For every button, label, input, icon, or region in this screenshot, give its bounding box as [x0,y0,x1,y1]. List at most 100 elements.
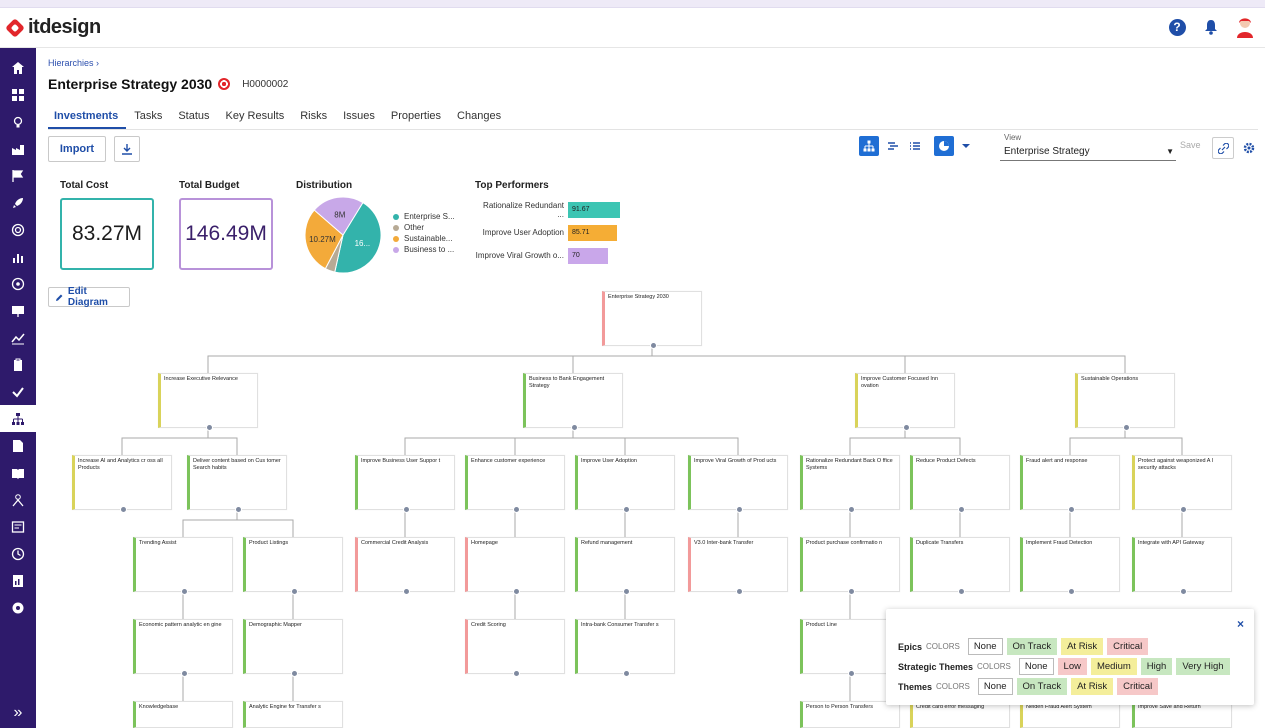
document-edit-icon[interactable] [0,432,36,459]
expand-knob-icon[interactable] [1068,588,1075,595]
hierarchy-card[interactable]: Sustainable Operations [1075,373,1175,431]
expand-knob-icon[interactable] [650,342,657,349]
expand-knob-icon[interactable] [513,670,520,677]
expand-knob-icon[interactable] [120,506,127,513]
hierarchy-view-toggle[interactable] [859,136,879,156]
hierarchy-card[interactable]: V3.0 Inter-bank Transfer [688,537,788,595]
expand-knob-icon[interactable] [903,424,910,431]
hierarchy-card[interactable]: Homepage [465,537,565,595]
hierarchy-card[interactable]: Commercial Credit Analysis [355,537,455,595]
tab-key-results[interactable]: Key Results [218,108,293,129]
hierarchy-card[interactable]: Business to Bank Engagement Strategy [523,373,623,431]
hierarchy-card[interactable]: Enterprise Strategy 2030 [602,291,702,349]
expand-knob-icon[interactable] [736,506,743,513]
expand-knob-icon[interactable] [958,506,965,513]
import-button[interactable]: Import [48,136,106,162]
color-chip[interactable]: On Track [1006,638,1058,655]
tab-issues[interactable]: Issues [335,108,383,129]
clock-icon[interactable] [0,540,36,567]
check-icon[interactable] [0,378,36,405]
color-chip[interactable]: Critical [1117,678,1159,695]
flag-icon[interactable] [0,162,36,189]
hierarchy-card[interactable]: Economic pattern analytic en gine [133,619,233,677]
save-button[interactable]: Save [1180,140,1201,150]
color-chip[interactable]: At Risk [1061,638,1104,655]
hierarchy-card[interactable]: Refund management [575,537,675,595]
performer-row[interactable]: Improve User Adoption 85.71 [475,221,620,244]
people-icon[interactable] [0,486,36,513]
hierarchy-card[interactable]: Improve Save and Return [1132,701,1232,728]
hierarchy-card[interactable]: Increase Executive Relevance [158,373,258,431]
hierarchy-card[interactable]: Duplicate Transfers [910,537,1010,595]
color-chip[interactable]: At Risk [1071,678,1114,695]
download-button[interactable] [114,136,140,162]
color-chip[interactable]: None [967,638,1003,655]
hierarchy-card[interactable]: Improve Customer Focused Inn ovation [855,373,955,431]
hierarchy-card[interactable]: Improve Viral Growth of Prod ucts [688,455,788,513]
list-view-toggle[interactable] [905,136,925,156]
gantt-view-toggle[interactable] [883,136,903,156]
hierarchy-card[interactable]: Fraud alert and response [1020,455,1120,513]
hierarchy-card[interactable]: Improve Business User Suppor t [355,455,455,513]
expand-knob-icon[interactable] [235,506,242,513]
hierarchy-card[interactable]: Enhance customer experience [465,455,565,513]
report-icon[interactable] [0,567,36,594]
presentation-icon[interactable] [0,297,36,324]
expand-knob-icon[interactable] [513,506,520,513]
legend-item[interactable]: Enterprise S... [393,211,455,222]
hierarchy-card[interactable]: Deliver content based on Cus tomer Searc… [187,455,287,513]
target-icon[interactable] [0,216,36,243]
expand-knob-icon[interactable] [623,670,630,677]
expand-knob-icon[interactable] [206,424,213,431]
view-select[interactable]: View Enterprise Strategy ▼ [1000,131,1176,161]
color-chip[interactable]: Critical [1107,638,1149,655]
tab-investments[interactable]: Investments [48,108,127,129]
hierarchy-card[interactable]: Protect against weaponized A I security … [1132,455,1232,513]
hierarchy-card[interactable]: Product Listings [243,537,343,595]
distribution-pie-chart[interactable]: 16... 10.27M 8M [303,195,383,275]
legend-item[interactable]: Business to ... [393,244,455,255]
clipboard-icon[interactable] [0,351,36,378]
tab-properties[interactable]: Properties [383,108,449,129]
hierarchy-card[interactable]: Neiden Fraud Alert System [1020,701,1120,728]
expand-knob-icon[interactable] [1180,506,1187,513]
bar-chart-icon[interactable] [0,243,36,270]
hierarchy-card[interactable]: Implement Fraud Detection [1020,537,1120,595]
user-avatar[interactable] [1235,16,1255,38]
hierarchy-card[interactable]: Demographic Mapper [243,619,343,677]
hierarchy-card[interactable]: Trending Assist [133,537,233,595]
expand-knob-icon[interactable] [848,506,855,513]
tab-risks[interactable]: Risks [292,108,335,129]
link-button[interactable] [1212,137,1234,159]
form-icon[interactable] [0,513,36,540]
color-chip[interactable]: Very High [1176,658,1230,675]
expand-knob-icon[interactable] [958,588,965,595]
tab-status[interactable]: Status [170,108,217,129]
hierarchy-card[interactable]: Reduce Product Defects [910,455,1010,513]
breadcrumb-hierarchies[interactable]: Hierarchies [48,58,94,68]
lightbulb-icon[interactable] [0,108,36,135]
chart-view-toggle[interactable] [934,136,954,156]
hierarchy-card[interactable]: Increase AI and Analytics cr oss all Pro… [72,455,172,513]
expand-knob-icon[interactable] [403,506,410,513]
help-icon[interactable]: ? [1167,17,1187,37]
hierarchy-icon[interactable] [0,405,36,432]
expand-knob-icon[interactable] [571,424,578,431]
expand-knob-icon[interactable] [291,670,298,677]
home-icon[interactable] [0,54,36,81]
expand-knob-icon[interactable] [291,588,298,595]
color-chip[interactable]: None [977,678,1013,695]
grid-icon[interactable] [0,81,36,108]
expand-sidebar-icon[interactable]: » [0,704,36,722]
expand-knob-icon[interactable] [513,588,520,595]
performer-row[interactable]: Rationalize Redundant ... 91.67 [475,198,621,221]
factory-icon[interactable] [0,135,36,162]
expand-knob-icon[interactable] [736,588,743,595]
rocket-icon[interactable] [0,189,36,216]
color-chip[interactable]: Low [1057,658,1087,675]
settings-group-icon[interactable] [0,594,36,621]
hierarchy-card[interactable]: Improve User Adoption [575,455,675,513]
tab-tasks[interactable]: Tasks [126,108,170,129]
hierarchy-card[interactable]: Rationalize Redundant Back O ffice Syste… [800,455,900,513]
expand-knob-icon[interactable] [1180,588,1187,595]
